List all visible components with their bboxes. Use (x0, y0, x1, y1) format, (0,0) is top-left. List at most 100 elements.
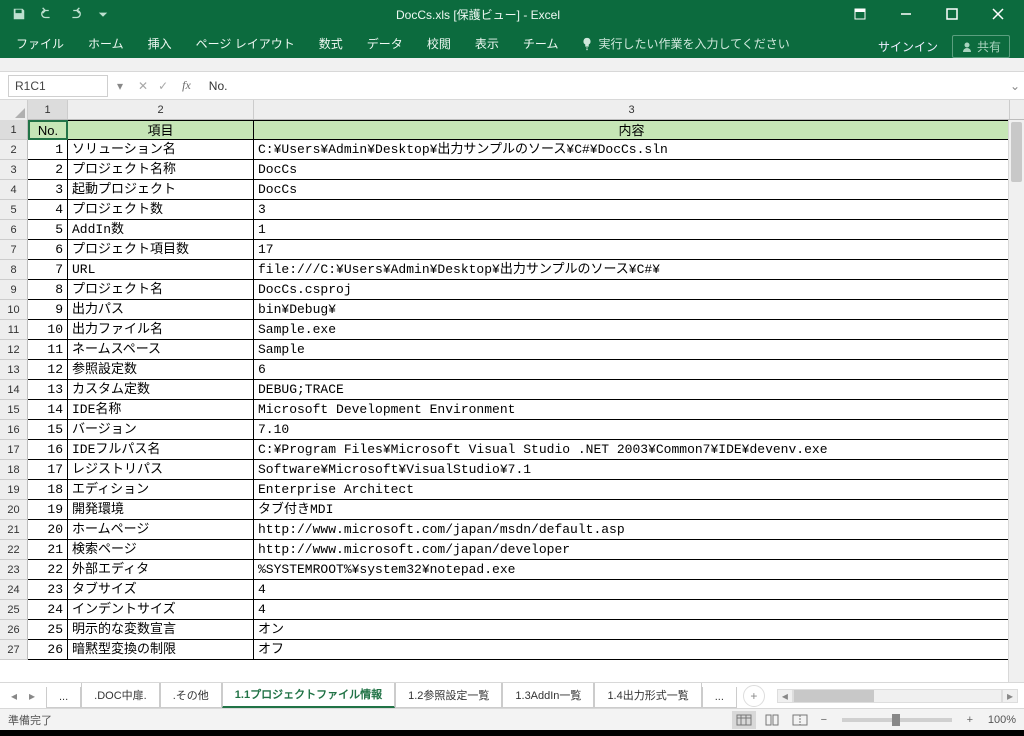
cell[interactable]: プロジェクト名 (68, 280, 254, 300)
cell[interactable]: 6 (254, 360, 1010, 380)
save-button[interactable] (6, 2, 32, 26)
cell[interactable]: bin¥Debug¥ (254, 300, 1010, 320)
cell[interactable]: 17 (28, 460, 68, 480)
tell-me-search[interactable]: 実行したい作業を入力してください (570, 29, 799, 58)
row-header[interactable]: 13 (0, 360, 28, 380)
cell[interactable]: 開発環境 (68, 500, 254, 520)
cell[interactable]: http://www.microsoft.com/japan/developer (254, 540, 1010, 560)
cell[interactable]: 起動プロジェクト (68, 180, 254, 200)
row-header[interactable]: 20 (0, 500, 28, 520)
sheet-tab[interactable]: 1.4出力形式一覧 (594, 683, 701, 708)
enter-formula-button[interactable]: ✓ (158, 79, 168, 93)
cell[interactable]: 7.10 (254, 420, 1010, 440)
cell[interactable]: ソリューション名 (68, 140, 254, 160)
header-cell[interactable]: 内容 (254, 120, 1010, 140)
cell[interactable]: 4 (254, 580, 1010, 600)
cell[interactable]: 15 (28, 420, 68, 440)
vertical-scroll-thumb[interactable] (1011, 122, 1022, 182)
minimize-button[interactable] (886, 2, 926, 26)
cell[interactable]: 出力パス (68, 300, 254, 320)
zoom-out-button[interactable]: − (816, 712, 832, 728)
cell[interactable]: 外部エディタ (68, 560, 254, 580)
tab-data[interactable]: データ (355, 29, 415, 58)
tab-view[interactable]: 表示 (463, 29, 511, 58)
cell[interactable]: オフ (254, 640, 1010, 660)
row-header[interactable]: 7 (0, 240, 28, 260)
sheet-tab[interactable]: 1.2参照設定一覧 (395, 683, 502, 708)
vertical-scrollbar[interactable] (1008, 120, 1024, 682)
cell[interactable]: プロジェクト項目数 (68, 240, 254, 260)
cell[interactable]: 暗黙型変換の制限 (68, 640, 254, 660)
cell[interactable]: URL (68, 260, 254, 280)
sheet-tab-overflow[interactable]: ... (46, 687, 81, 708)
formula-bar-expand-button[interactable]: ⌄ (1006, 79, 1024, 93)
cell[interactable]: 4 (28, 200, 68, 220)
cell[interactable]: Enterprise Architect (254, 480, 1010, 500)
cell[interactable]: Software¥Microsoft¥VisualStudio¥7.1 (254, 460, 1010, 480)
tab-file[interactable]: ファイル (4, 29, 76, 58)
cell[interactable]: DEBUG;TRACE (254, 380, 1010, 400)
cell[interactable]: 18 (28, 480, 68, 500)
cell[interactable]: 5 (28, 220, 68, 240)
cell[interactable]: プロジェクト名称 (68, 160, 254, 180)
sheet-nav-first-button[interactable]: ◂ (6, 686, 22, 706)
row-header[interactable]: 6 (0, 220, 28, 240)
sheet-nav-last-button[interactable]: ▸ (24, 686, 40, 706)
cell[interactable]: 参照設定数 (68, 360, 254, 380)
header-cell[interactable]: 項目 (68, 120, 254, 140)
cell[interactable]: 23 (28, 580, 68, 600)
cell[interactable]: バージョン (68, 420, 254, 440)
sheet-tab[interactable]: 1.3AddIn一覧 (502, 683, 594, 708)
zoom-in-button[interactable]: + (962, 712, 978, 728)
row-header[interactable]: 12 (0, 340, 28, 360)
cancel-formula-button[interactable]: ✕ (138, 79, 148, 93)
cell[interactable]: file:///C:¥Users¥Admin¥Desktop¥出力サンプルのソー… (254, 260, 1010, 280)
row-header[interactable]: 22 (0, 540, 28, 560)
cell[interactable]: カスタム定数 (68, 380, 254, 400)
redo-button[interactable] (62, 2, 88, 26)
cell[interactable]: レジストリパス (68, 460, 254, 480)
name-box-dropdown[interactable]: ▾ (112, 79, 128, 93)
cell[interactable]: エディション (68, 480, 254, 500)
cell[interactable]: IDE名称 (68, 400, 254, 420)
hscroll-right-button[interactable]: ▸ (1002, 689, 1018, 703)
row-header[interactable]: 19 (0, 480, 28, 500)
cell[interactable]: DocCs (254, 160, 1010, 180)
cell[interactable]: DocCs (254, 180, 1010, 200)
column-header[interactable]: 2 (68, 100, 254, 119)
cell[interactable]: 7 (28, 260, 68, 280)
cell[interactable]: タブサイズ (68, 580, 254, 600)
tab-page-layout[interactable]: ページ レイアウト (184, 29, 307, 58)
cell[interactable]: 25 (28, 620, 68, 640)
sheet-tab-more[interactable]: ... (702, 687, 737, 708)
sheet-tab[interactable]: .DOC中扉. (81, 683, 160, 708)
cell[interactable]: 24 (28, 600, 68, 620)
zoom-slider[interactable] (842, 718, 952, 722)
tab-formulas[interactable]: 数式 (307, 29, 355, 58)
cell[interactable]: Sample (254, 340, 1010, 360)
tab-insert[interactable]: 挿入 (136, 29, 184, 58)
maximize-button[interactable] (932, 2, 972, 26)
hscroll-left-button[interactable]: ◂ (777, 689, 793, 703)
ribbon-display-options-button[interactable] (840, 2, 880, 26)
zoom-slider-thumb[interactable] (892, 714, 900, 726)
cell[interactable]: C:¥Users¥Admin¥Desktop¥出力サンプルのソース¥C#¥Doc… (254, 140, 1010, 160)
cell[interactable]: 9 (28, 300, 68, 320)
qat-customize-button[interactable] (90, 2, 116, 26)
cell[interactable]: オン (254, 620, 1010, 640)
cell[interactable]: ホームページ (68, 520, 254, 540)
cell[interactable]: 8 (28, 280, 68, 300)
cell[interactable]: 3 (28, 180, 68, 200)
row-header[interactable]: 1 (0, 120, 28, 140)
row-header[interactable]: 18 (0, 460, 28, 480)
column-header[interactable]: 3 (254, 100, 1010, 119)
cell[interactable]: %SYSTEMROOT%¥system32¥notepad.exe (254, 560, 1010, 580)
cell[interactable]: 20 (28, 520, 68, 540)
row-header[interactable]: 9 (0, 280, 28, 300)
cell[interactable]: DocCs.csproj (254, 280, 1010, 300)
tab-team[interactable]: チーム (511, 29, 571, 58)
insert-function-button[interactable]: fx (182, 78, 191, 93)
cell[interactable]: 4 (254, 600, 1010, 620)
sheet-tab[interactable]: 1.1プロジェクトファイル情報 (222, 683, 395, 708)
cell[interactable]: IDEフルパス名 (68, 440, 254, 460)
